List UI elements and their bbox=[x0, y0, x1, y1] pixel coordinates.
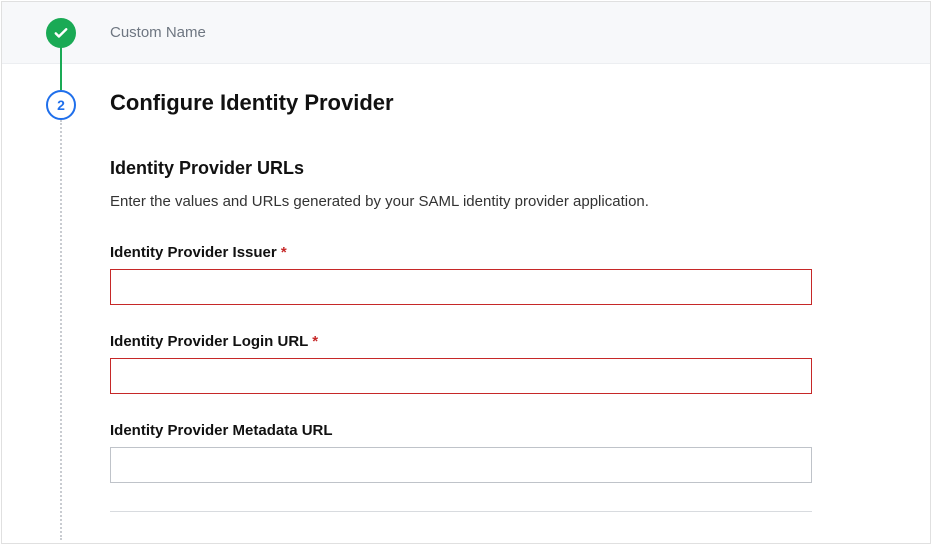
section-title: Identity Provider URLs bbox=[110, 158, 890, 179]
field-login-url-label: Identity Provider Login URL * bbox=[110, 333, 890, 350]
identity-provider-issuer-input[interactable] bbox=[110, 269, 812, 305]
step-2-number: 2 bbox=[57, 97, 65, 113]
step-connector-dotted bbox=[60, 120, 62, 540]
field-metadata-url-label: Identity Provider Metadata URL bbox=[110, 422, 890, 439]
divider bbox=[110, 511, 812, 512]
field-issuer-label: Identity Provider Issuer * bbox=[110, 244, 890, 261]
step-1-row[interactable]: Custom Name bbox=[2, 2, 930, 64]
step-connector-solid bbox=[60, 47, 62, 90]
section-description: Enter the values and URLs generated by y… bbox=[110, 193, 890, 210]
identity-provider-login-url-input[interactable] bbox=[110, 358, 812, 394]
step-2-title: Configure Identity Provider bbox=[110, 90, 890, 116]
step-2-content: Configure Identity Provider Identity Pro… bbox=[110, 90, 890, 512]
identity-provider-metadata-url-input[interactable] bbox=[110, 447, 812, 483]
required-marker: * bbox=[312, 333, 318, 350]
field-issuer: Identity Provider Issuer * bbox=[110, 244, 890, 305]
step-2-badge: 2 bbox=[46, 90, 76, 120]
checkmark-icon bbox=[52, 24, 70, 42]
field-login-url: Identity Provider Login URL * bbox=[110, 333, 890, 394]
step-1-label: Custom Name bbox=[110, 24, 206, 41]
required-marker: * bbox=[281, 244, 287, 261]
wizard-panel: Custom Name 2 Configure Identity Provide… bbox=[1, 1, 931, 544]
step-1-complete-badge bbox=[46, 18, 76, 48]
field-metadata-url: Identity Provider Metadata URL bbox=[110, 422, 890, 483]
